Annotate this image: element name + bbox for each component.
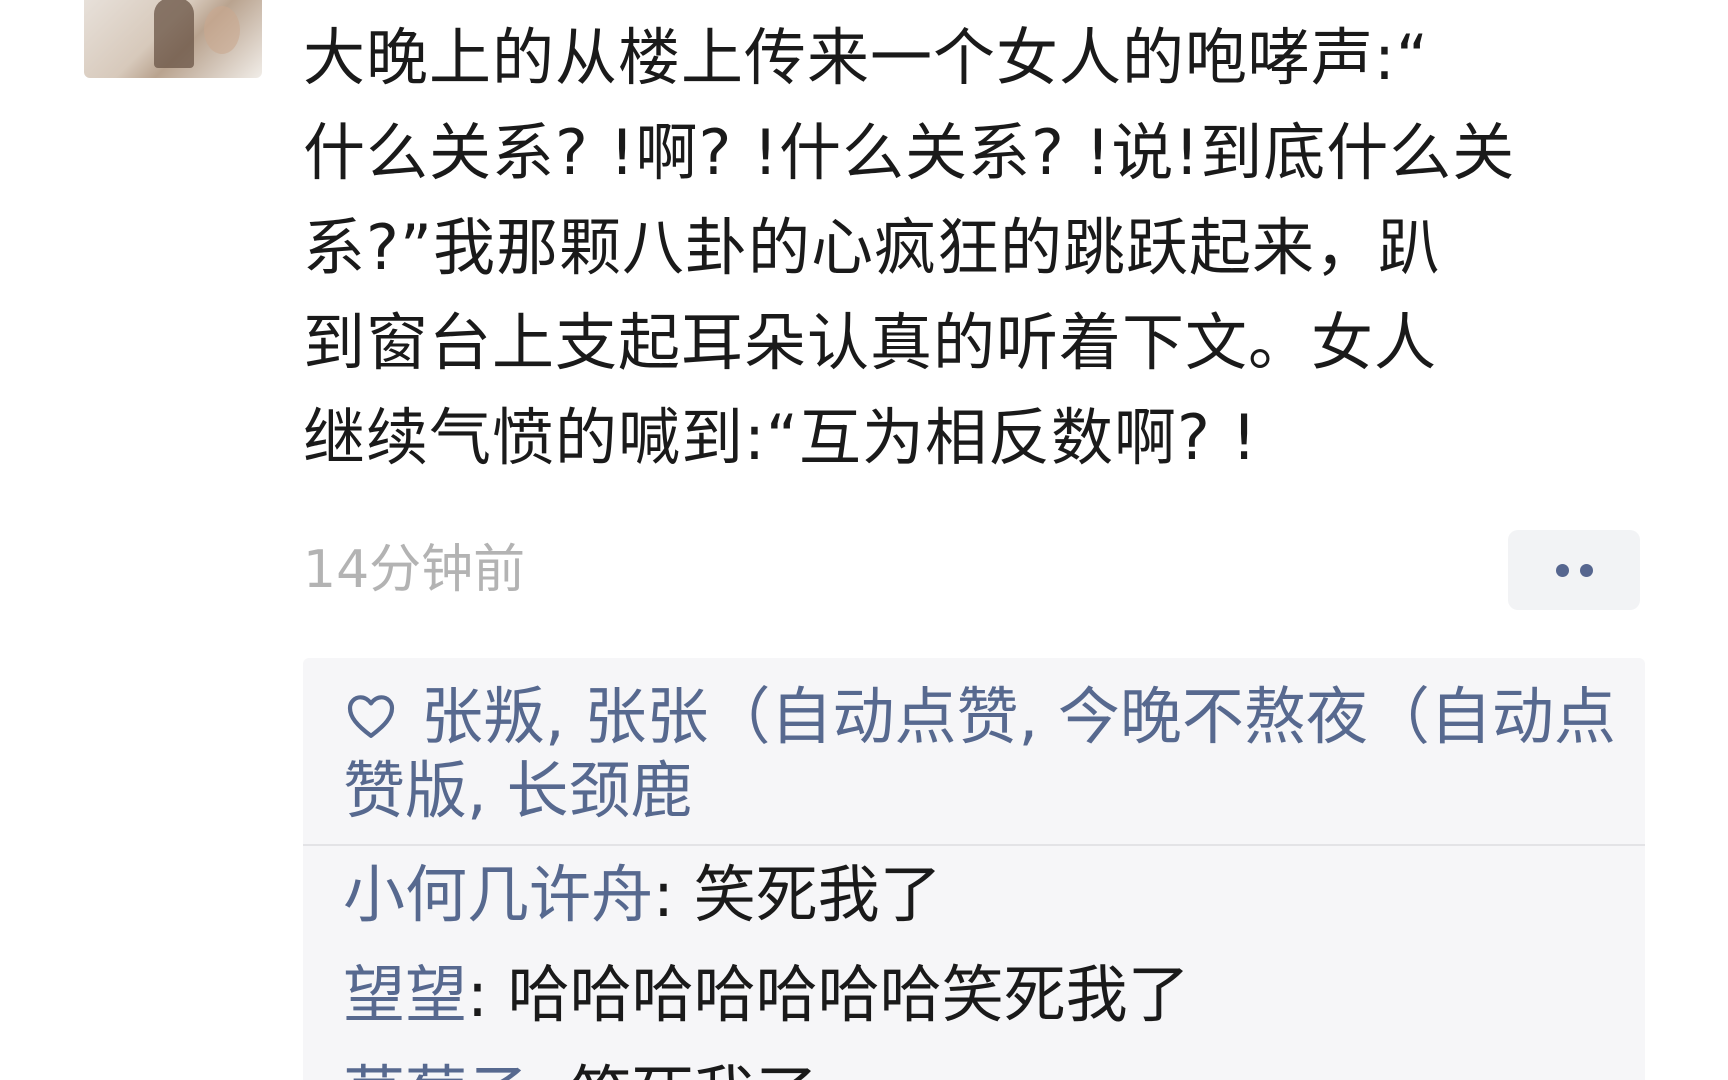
like-separator: , xyxy=(1018,680,1058,753)
more-actions-button[interactable] xyxy=(1508,530,1640,610)
comment-colon: : xyxy=(467,958,508,1031)
comment-item[interactable]: 望望: 哈哈哈哈哈哈哈笑死我了 xyxy=(343,958,1190,1032)
comment-author[interactable]: 望望 xyxy=(343,958,467,1031)
avatar[interactable] xyxy=(84,0,262,78)
like-name[interactable]: 张张（自动点赞 xyxy=(584,680,1018,753)
comment-item[interactable]: 草莓子: 笑死我了 xyxy=(343,1058,818,1080)
comment-text: 哈哈哈哈哈哈哈笑死我了 xyxy=(507,958,1190,1031)
post-text-line: 到窗台上支起耳朵认真的听着下文。女人 xyxy=(303,306,1438,379)
avatar-figure xyxy=(154,0,194,68)
heart-outline-icon xyxy=(347,695,395,738)
post-text-line: 继续气愤的喊到:“互为相反数啊? ! xyxy=(303,401,1258,474)
likes-comments-panel: 张叛, 张张（自动点赞, 今晚不熬夜（自动点赞版, 长颈鹿 小何几许舟: 笑死我… xyxy=(303,658,1645,1080)
post-text: 大晚上的从楼上传来一个女人的咆哮声:“ 什么关系? !啊? !什么关系? !说!… xyxy=(303,10,1633,485)
comment-author[interactable]: 小何几许舟 xyxy=(343,858,653,931)
comment-colon: : xyxy=(529,1058,570,1080)
likes-list: 张叛, 张张（自动点赞, 今晚不熬夜（自动点赞版, 长颈鹿 xyxy=(343,680,1623,828)
more-dot-icon xyxy=(1556,564,1569,577)
post-timestamp: 14分钟前 xyxy=(303,540,526,600)
like-separator: , xyxy=(467,754,507,827)
post-text-line: 什么关系? !啊? !什么关系? !说!到底什么关 xyxy=(303,116,1516,189)
like-name[interactable]: 张叛 xyxy=(421,680,545,753)
comment-colon: : xyxy=(653,858,694,931)
avatar-background-shape xyxy=(204,6,240,54)
more-dot-icon xyxy=(1580,564,1593,577)
post-text-line: 系?”我那颗八卦的心疯狂的跳跃起来，趴 xyxy=(303,211,1442,284)
divider xyxy=(303,844,1645,846)
comment-item[interactable]: 小何几许舟: 笑死我了 xyxy=(343,858,942,932)
moments-feed-screen: 大晚上的从楼上传来一个女人的咆哮声:“ 什么关系? !啊? !什么关系? !说!… xyxy=(0,0,1728,1080)
like-separator: , xyxy=(545,680,585,753)
comment-text: 笑死我了 xyxy=(693,858,942,931)
comment-text: 笑死我了 xyxy=(570,1058,818,1080)
like-name[interactable]: 长颈鹿 xyxy=(506,754,692,827)
post-text-line: 大晚上的从楼上传来一个女人的咆哮声:“ xyxy=(303,21,1430,94)
comment-author[interactable]: 草莓子 xyxy=(343,1058,529,1080)
